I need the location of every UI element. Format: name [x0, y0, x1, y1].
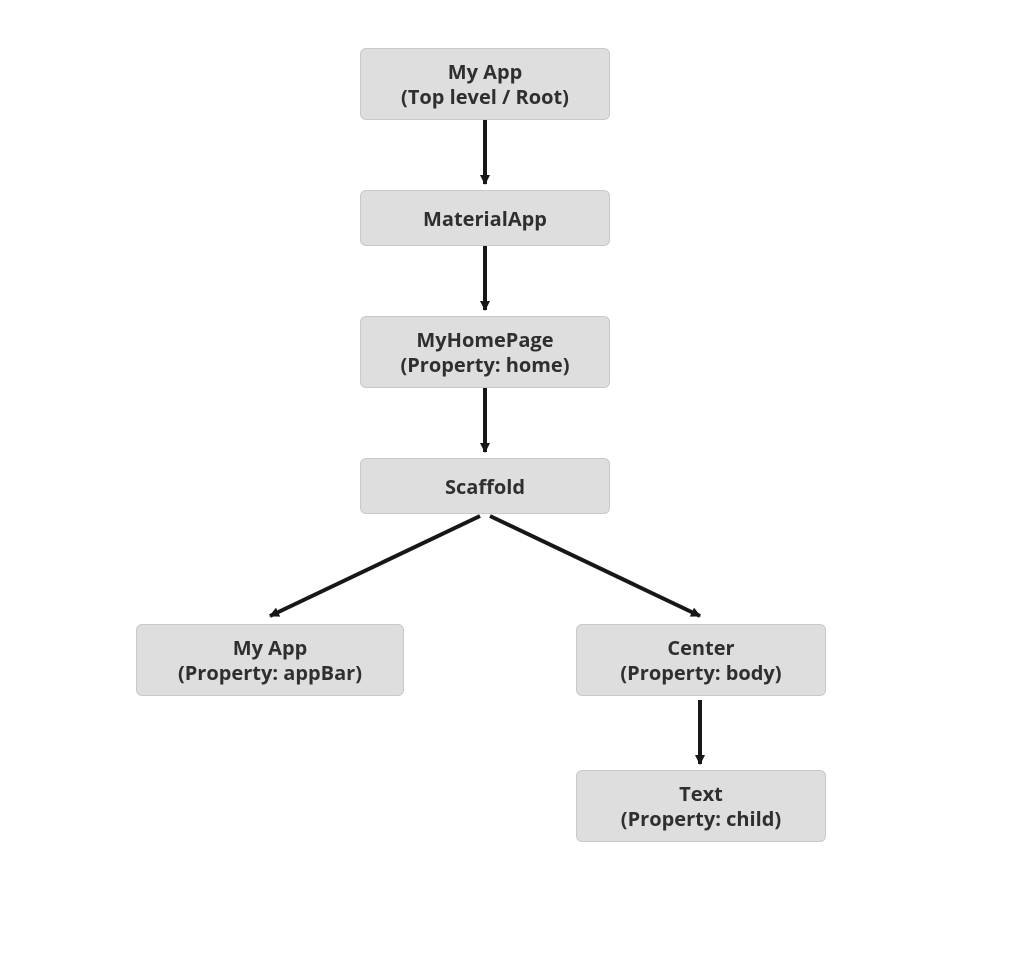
node-center-line2: (Property: body) — [620, 660, 781, 685]
node-root: My App (Top level / Root) — [360, 48, 610, 120]
node-scaffold: Scaffold — [360, 458, 610, 514]
node-root-line2: (Top level / Root) — [401, 84, 569, 109]
node-text-line2: (Property: child) — [621, 806, 781, 831]
node-home-line1: MyHomePage — [416, 327, 553, 352]
edge-scaffold-appbar — [270, 516, 480, 616]
node-center-line1: Center — [667, 635, 734, 660]
node-appbar-line1: My App — [233, 635, 308, 660]
node-center: Center (Property: body) — [576, 624, 826, 696]
node-scaffold-line1: Scaffold — [445, 474, 525, 499]
node-material: MaterialApp — [360, 190, 610, 246]
node-material-line1: MaterialApp — [423, 206, 547, 231]
diagram-canvas: My App (Top level / Root) MaterialApp My… — [0, 0, 1024, 973]
node-text-line1: Text — [679, 781, 723, 806]
node-appbar: My App (Property: appBar) — [136, 624, 404, 696]
edge-scaffold-center — [490, 516, 700, 616]
node-home-line2: (Property: home) — [400, 352, 569, 377]
node-root-line1: My App — [448, 59, 523, 84]
node-appbar-line2: (Property: appBar) — [178, 660, 362, 685]
node-text: Text (Property: child) — [576, 770, 826, 842]
node-home: MyHomePage (Property: home) — [360, 316, 610, 388]
